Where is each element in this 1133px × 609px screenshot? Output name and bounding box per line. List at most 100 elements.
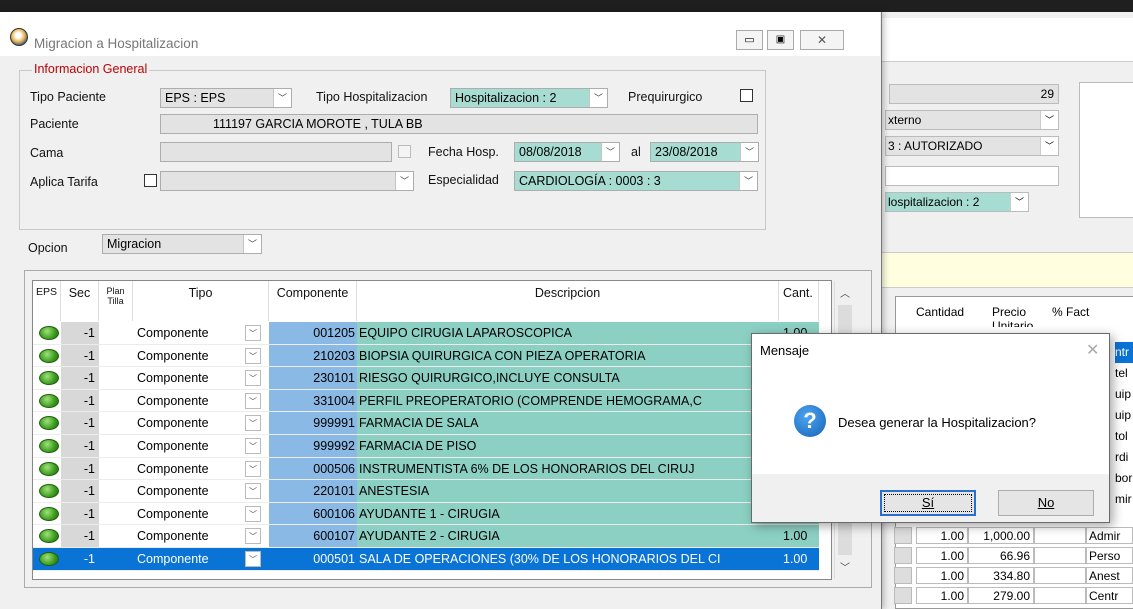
plan-cell[interactable] (99, 345, 133, 368)
tipo-cell[interactable]: Componente ﹀ (133, 548, 269, 571)
tipo-cell[interactable]: Componente ﹀ (133, 322, 269, 345)
chevron-down-icon[interactable]: ﹀ (245, 392, 261, 409)
descripcion-cell[interactable]: BIOPSIA QUIRURGICA CON PIEZA OPERATORIA (357, 344, 779, 368)
cama-checkbox[interactable] (398, 145, 411, 158)
cant-cell[interactable]: 1.00 (779, 548, 819, 571)
fecha-desde-picker[interactable]: 08/08/2018 ﹀ (514, 142, 620, 162)
plan-cell[interactable] (99, 458, 133, 481)
fecha-hasta-picker[interactable]: 23/08/2018 ﹀ (650, 142, 759, 162)
header-tipo[interactable]: Tipo (133, 281, 269, 321)
yes-button[interactable]: Sí (880, 490, 976, 516)
scroll-down-icon[interactable]: ﹀ (835, 559, 855, 577)
bg-row-check[interactable] (894, 527, 912, 544)
descripcion-cell[interactable]: INSTRUMENTISTA 6% DE LOS HONORARIOS DEL … (357, 457, 779, 481)
table-row[interactable]: -1 Componente ﹀ 230101 RIESGO QUIRURGICO,INC… (33, 367, 833, 390)
eps-cell[interactable] (33, 412, 61, 435)
table-row[interactable]: -1 Componente ﹀ 331004 PERFIL PREOPERATORIO … (33, 389, 833, 413)
componente-cell[interactable]: 220101 (269, 480, 357, 503)
tipo-cell[interactable]: Componente ﹀ (133, 525, 269, 548)
componente-cell[interactable]: 000501 (269, 548, 357, 571)
chevron-down-icon[interactable]: ﹀ (245, 438, 261, 454)
table-row[interactable]: -1 Componente ﹀ 210203 BIOPSIA QUIRURGICA CO… (33, 344, 833, 368)
descripcion-cell[interactable]: EQUIPO CIRUGIA LAPAROSCOPICA (357, 322, 779, 345)
eps-cell[interactable] (33, 503, 61, 526)
eps-cell[interactable] (33, 525, 61, 548)
bg-row-check[interactable] (894, 587, 912, 604)
scroll-up-icon[interactable]: ︿ (835, 285, 855, 303)
eps-cell[interactable] (33, 345, 61, 368)
plan-cell[interactable] (99, 367, 133, 390)
minimize-button[interactable]: ▭ (736, 30, 763, 50)
tipo-cell[interactable]: Componente ﹀ (133, 345, 269, 368)
aplica-tarifa-checkbox[interactable] (144, 174, 157, 187)
tipo-cell[interactable]: Componente ﹀ (133, 458, 269, 481)
table-row[interactable]: -1 Componente ﹀ 600107 AYUDANTE 2 - CIRUGIA 1… (33, 525, 833, 548)
especialidad-select[interactable]: CARDIOLOGÍA : 0003 : 3 ﹀ (514, 171, 758, 191)
tipo-cell[interactable]: Componente ﹀ (133, 435, 269, 458)
header-eps[interactable]: EPS (33, 281, 61, 321)
dialog-close-icon[interactable]: ✕ (1086, 340, 1099, 360)
chevron-down-icon[interactable]: ﹀ (245, 325, 261, 341)
bg-row-check[interactable] (894, 567, 912, 584)
plan-cell[interactable] (99, 525, 133, 548)
componente-cell[interactable]: 230101 (269, 367, 357, 390)
chevron-down-icon[interactable]: ﹀ (245, 370, 261, 387)
tipo-cell[interactable]: Componente ﹀ (133, 390, 269, 413)
eps-cell[interactable] (33, 548, 61, 571)
header-cant[interactable]: Cant. (779, 281, 819, 321)
descripcion-cell[interactable]: FARMACIA DE SALA (357, 412, 779, 435)
chevron-down-icon[interactable]: ﹀ (245, 551, 261, 567)
bg-row-check[interactable] (894, 547, 912, 564)
eps-cell[interactable] (33, 480, 61, 503)
descripcion-cell[interactable]: FARMACIA DE PISO (357, 435, 779, 458)
bg-combo-hosp[interactable]: lospitalizacion : 2 ﹀ (885, 192, 1029, 212)
plan-cell[interactable] (99, 322, 133, 345)
bg-field-29[interactable]: 29 (889, 84, 1059, 104)
componente-cell[interactable]: 331004 (269, 389, 357, 413)
table-row[interactable]: -1 Componente ﹀ 000501 SALA DE OPERACIONES (… (33, 548, 833, 571)
tipo-cell[interactable]: Componente ﹀ (133, 503, 269, 526)
componente-cell[interactable]: 999992 (269, 435, 357, 458)
maximize-button[interactable]: ▣ (767, 30, 794, 50)
plan-cell[interactable] (99, 503, 133, 526)
plan-cell[interactable] (99, 435, 133, 458)
eps-cell[interactable] (33, 435, 61, 458)
bg-combo-autorizado[interactable]: 3 : AUTORIZADO ﹀ (885, 136, 1059, 156)
plan-cell[interactable] (99, 548, 133, 571)
header-sec[interactable]: Sec (61, 281, 99, 321)
tipo-cell[interactable]: Componente ﹀ (133, 480, 269, 503)
descripcion-cell[interactable]: AYUDANTE 2 - CIRUGIA (357, 525, 779, 548)
componente-cell[interactable]: 600106 (269, 502, 357, 526)
tipo-cell[interactable]: Componente ﹀ (133, 367, 269, 390)
plan-cell[interactable] (99, 480, 133, 503)
descripcion-cell[interactable]: ANESTESIA (357, 480, 779, 503)
descripcion-cell[interactable]: AYUDANTE 1 - CIRUGIA (357, 502, 779, 526)
eps-cell[interactable] (33, 367, 61, 390)
descripcion-cell[interactable]: RIESGO QUIRURGICO,INCLUYE CONSULTA (357, 367, 779, 390)
table-row[interactable]: -1 Componente ﹀ 600106 AYUDANTE 1 - CIRUGIA (33, 502, 833, 526)
table-row[interactable]: -1 Componente ﹀ 220101 ANESTESIA (33, 480, 833, 503)
componente-cell[interactable]: 999991 (269, 412, 357, 435)
eps-cell[interactable] (33, 322, 61, 345)
eps-cell[interactable] (33, 390, 61, 413)
componente-cell[interactable]: 000506 (269, 457, 357, 481)
no-button[interactable]: No (998, 490, 1094, 516)
eps-cell[interactable] (33, 458, 61, 481)
table-row[interactable]: -1 Componente ﹀ 000506 INSTRUMENTISTA 6% DE … (33, 457, 833, 481)
tipo-cell[interactable]: Componente ﹀ (133, 412, 269, 435)
close-button[interactable]: ✕ (800, 30, 844, 50)
bg-empty-field[interactable] (885, 166, 1059, 186)
descripcion-cell[interactable]: PERFIL PREOPERATORIO (COMPRENDE HEMOGRAM… (357, 389, 779, 413)
table-row[interactable]: -1 Componente ﹀ 999992 FARMACIA DE PISO (33, 435, 833, 458)
bg-combo-externo[interactable]: xterno ﹀ (885, 110, 1059, 130)
chevron-down-icon[interactable]: ﹀ (245, 415, 261, 432)
chevron-down-icon[interactable]: ﹀ (245, 460, 261, 477)
header-plan[interactable]: Plan Tilla (99, 281, 133, 321)
prequirurgico-checkbox[interactable] (740, 89, 753, 102)
componente-cell[interactable]: 001205 (269, 322, 357, 345)
opcion-select[interactable]: Migracion ﹀ (102, 234, 262, 254)
tarifa-select[interactable]: ﹀ (160, 171, 414, 191)
componente-cell[interactable]: 600107 (269, 525, 357, 548)
header-descripcion[interactable]: Descripcion (357, 281, 779, 321)
table-row[interactable]: -1 Componente ﹀ 001205 EQUIPO CIRUGIA LAPARO… (33, 322, 833, 345)
